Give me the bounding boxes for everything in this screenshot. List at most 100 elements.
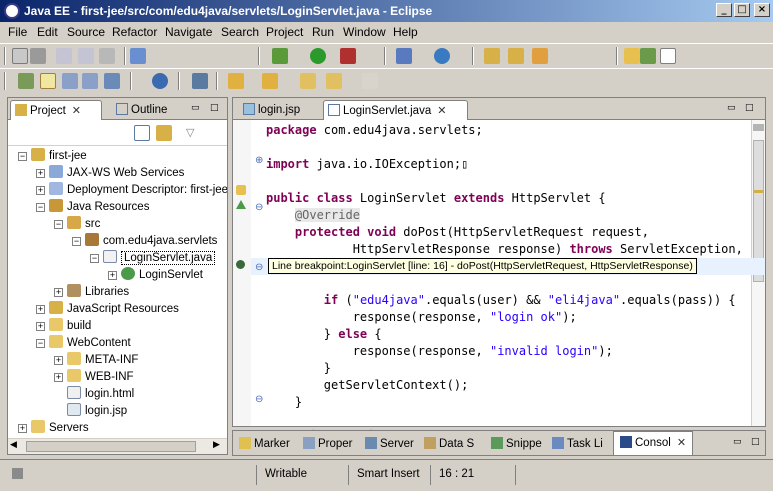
tree-item[interactable]: + WEB-INF bbox=[54, 369, 134, 386]
java-ee-perspective-icon[interactable] bbox=[660, 48, 676, 64]
open-type-icon[interactable] bbox=[484, 48, 500, 64]
tree-item[interactable]: login.jsp bbox=[54, 403, 127, 420]
run-icon[interactable] bbox=[310, 48, 326, 64]
tab-outline[interactable]: Outline bbox=[112, 100, 171, 120]
maximize-view-icon[interactable]: □ bbox=[745, 103, 754, 113]
collapse-icon[interactable]: − bbox=[72, 237, 81, 246]
code-line[interactable]: response(response, "invalid login"); bbox=[266, 344, 613, 358]
code-line[interactable]: package com.edu4java.servlets; bbox=[266, 123, 483, 137]
debug-icon[interactable] bbox=[272, 48, 288, 64]
collapse-icon[interactable]: − bbox=[18, 152, 27, 161]
code-line[interactable]: protected void doPost(HttpServletRequest… bbox=[266, 225, 649, 239]
fold-collapse-icon[interactable]: ⊖ bbox=[255, 202, 263, 213]
menu-source[interactable]: Source bbox=[67, 25, 105, 39]
navigate-icon[interactable] bbox=[192, 73, 208, 89]
minimize-view-icon[interactable]: ▭ bbox=[191, 103, 200, 113]
close-icon[interactable]: ✕ bbox=[437, 105, 446, 117]
tab-login-jsp[interactable]: login.jsp bbox=[239, 100, 304, 120]
code-line[interactable]: @Override bbox=[266, 208, 360, 222]
mark-occurrences-icon[interactable] bbox=[40, 73, 56, 89]
tab-loginservlet-java[interactable]: LoginServlet.java ✕ bbox=[323, 100, 468, 120]
code-line[interactable]: } else { bbox=[266, 327, 382, 341]
tree-item[interactable]: + JavaScript Resources bbox=[36, 301, 179, 318]
maximize-view-icon[interactable]: □ bbox=[210, 103, 219, 113]
tree-item[interactable]: + Libraries bbox=[54, 284, 129, 301]
tree-item[interactable]: + build bbox=[36, 318, 91, 335]
tree-item[interactable]: + JAX-WS Web Services bbox=[36, 165, 184, 182]
bottom-tab-proper[interactable]: Proper bbox=[303, 433, 353, 453]
tree-item[interactable]: − com.edu4java.servlets bbox=[72, 233, 217, 250]
tree-item[interactable]: login.html bbox=[54, 386, 134, 403]
collapse-icon[interactable]: − bbox=[54, 220, 63, 229]
tree-item[interactable]: − LoginServlet.java bbox=[90, 250, 216, 267]
bottom-tab-snippe[interactable]: Snippe bbox=[491, 433, 542, 453]
collapse-icon[interactable]: − bbox=[90, 254, 99, 263]
collapse-icon[interactable]: − bbox=[36, 339, 45, 348]
code-line[interactable]: import java.io.IOException;▯ bbox=[266, 157, 468, 171]
bottom-tab-data-s[interactable]: Data S bbox=[424, 433, 474, 453]
expand-icon[interactable]: + bbox=[54, 356, 63, 365]
menu-file[interactable]: File bbox=[8, 25, 27, 39]
show-source-icon[interactable] bbox=[104, 73, 120, 89]
menu-edit[interactable]: Edit bbox=[37, 25, 58, 39]
forward-icon[interactable] bbox=[362, 73, 378, 89]
scroll-up-icon[interactable] bbox=[753, 124, 764, 131]
menu-run[interactable]: Run bbox=[312, 25, 334, 39]
bottom-tab-task-li[interactable]: Task Li bbox=[552, 433, 603, 453]
expand-icon[interactable]: + bbox=[108, 271, 117, 280]
override-indicator-icon[interactable] bbox=[236, 200, 246, 209]
save-all-icon[interactable] bbox=[78, 48, 94, 64]
fast-view-icon[interactable] bbox=[12, 468, 23, 479]
expand-icon[interactable]: + bbox=[18, 424, 27, 433]
code-line[interactable]: } bbox=[266, 361, 331, 375]
link-with-editor-icon[interactable] bbox=[156, 125, 172, 141]
tab-project[interactable]: Project ✕ bbox=[10, 100, 102, 120]
expand-icon[interactable]: + bbox=[54, 373, 63, 382]
breakpoint-icon[interactable] bbox=[236, 260, 245, 269]
fold-expand-icon[interactable]: ⊕ bbox=[255, 155, 263, 166]
scrollbar-thumb[interactable] bbox=[26, 441, 196, 452]
code-line[interactable]: response(response, "login ok"); bbox=[266, 310, 577, 324]
tree-item[interactable]: + LoginServlet bbox=[108, 267, 203, 284]
expand-icon[interactable]: + bbox=[36, 186, 45, 195]
menu-window[interactable]: Window bbox=[343, 25, 386, 39]
close-button[interactable]: × bbox=[754, 3, 770, 17]
tree-item[interactable]: − first-jee bbox=[18, 148, 87, 165]
occurrence-marker[interactable] bbox=[754, 190, 763, 193]
minimize-view-icon[interactable]: ▭ bbox=[727, 103, 736, 113]
web-browser-icon[interactable] bbox=[152, 73, 168, 89]
expand-icon[interactable]: + bbox=[36, 305, 45, 314]
back-icon[interactable] bbox=[326, 73, 342, 89]
previous-annotation-icon[interactable] bbox=[262, 73, 278, 89]
tree-item[interactable]: − Java Resources bbox=[36, 199, 149, 216]
vertical-ruler[interactable] bbox=[233, 120, 251, 426]
expand-icon[interactable]: + bbox=[36, 322, 45, 331]
debug-perspective-icon[interactable] bbox=[640, 48, 656, 64]
print-icon[interactable] bbox=[99, 48, 115, 64]
bottom-tab-marker[interactable]: Marker bbox=[239, 433, 290, 453]
collapse-all-icon[interactable] bbox=[134, 125, 150, 141]
scroll-right-icon[interactable]: ▶ bbox=[213, 440, 220, 450]
external-tools-icon[interactable] bbox=[340, 48, 356, 64]
menu-refactor[interactable]: Refactor bbox=[112, 25, 157, 39]
new-icon[interactable] bbox=[12, 48, 28, 64]
new-server-icon[interactable] bbox=[130, 48, 146, 64]
open-task-icon[interactable] bbox=[508, 48, 524, 64]
open-perspective-icon[interactable] bbox=[624, 48, 640, 64]
minimize-button[interactable]: _ bbox=[716, 3, 732, 17]
fold-collapse-icon[interactable]: ⊖ bbox=[255, 394, 263, 405]
code-line[interactable]: getServletContext(); bbox=[266, 378, 469, 392]
warning-icon[interactable] bbox=[236, 185, 246, 195]
block-selection-icon[interactable] bbox=[82, 73, 98, 89]
view-menu-icon[interactable]: ▽ bbox=[186, 126, 194, 139]
scroll-left-icon[interactable]: ◀ bbox=[10, 440, 17, 450]
save-icon[interactable] bbox=[56, 48, 72, 64]
toggle-breakpoint-icon[interactable] bbox=[18, 73, 34, 89]
tree-item[interactable]: + Servers bbox=[18, 420, 89, 437]
next-annotation-icon[interactable] bbox=[228, 73, 244, 89]
close-icon[interactable]: ✕ bbox=[677, 437, 686, 449]
minimize-view-icon[interactable]: ▭ bbox=[733, 437, 742, 447]
close-icon[interactable]: ✕ bbox=[72, 105, 81, 117]
tree-item[interactable]: + Deployment Descriptor: first-jee bbox=[36, 182, 227, 199]
code-line[interactable]: HttpServletResponse response) throws Ser… bbox=[266, 242, 743, 256]
